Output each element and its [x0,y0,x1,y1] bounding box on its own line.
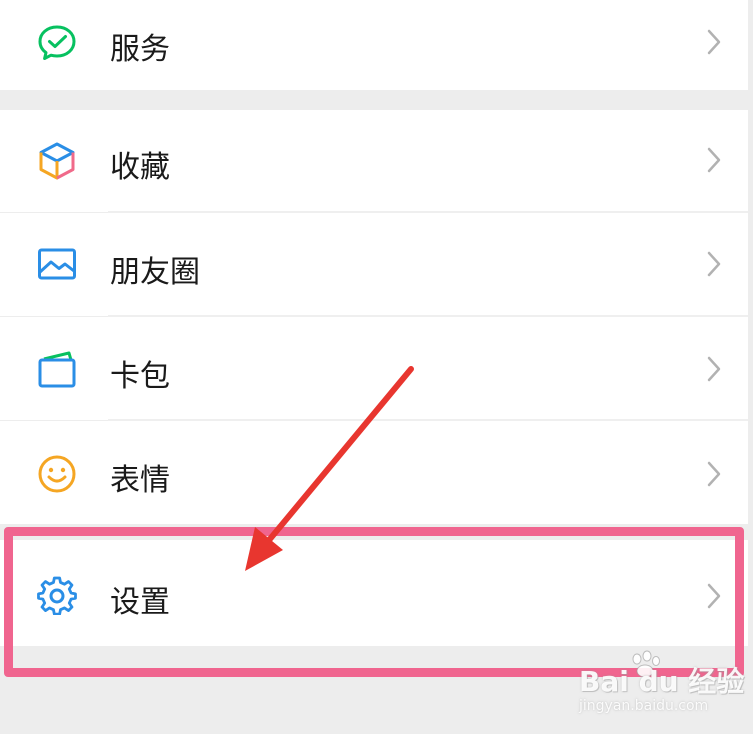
menu-item-label: 收藏 [110,150,170,185]
watermark-sub: jingyan.baidu.com [579,698,709,714]
menu-item-cards[interactable]: 卡包 [0,317,748,420]
card-wallet-icon [38,351,76,388]
menu-item-favorites[interactable]: 收藏 [0,110,748,212]
paw-icon [632,650,660,678]
me-tab-menu-page: 服务 收藏 朋友圈 卡包 表情 设置 Bai du 经验 jingyan.bai… [0,0,753,734]
chevron-right-icon [707,147,721,173]
menu-item-services[interactable]: 服务 [0,0,748,90]
chevron-right-icon [707,356,721,382]
menu-item-settings[interactable]: 设置 [0,540,748,646]
smiley-icon [38,455,76,493]
menu-item-label: 服务 [110,32,170,67]
wechat-pay-icon [38,25,76,60]
chevron-right-icon [707,583,721,609]
menu-item-label: 设置 [110,585,170,620]
menu-item-moments[interactable]: 朋友圈 [0,213,748,316]
chevron-right-icon [707,29,721,55]
right-edge-strip [748,0,753,734]
menu-item-stickers[interactable]: 表情 [0,421,748,524]
chevron-right-icon [707,251,721,277]
gear-icon [37,576,77,615]
baidu-watermark: Bai du 经验 jingyan.baidu.com [575,650,744,724]
chevron-right-icon [707,461,721,487]
menu-item-label: 卡包 [110,359,170,394]
watermark-main: Bai du 经验 [579,665,745,698]
menu-item-label: 朋友圈 [110,255,200,290]
cube-icon [39,142,75,180]
image-icon [38,248,76,280]
menu-item-label: 表情 [110,463,170,498]
